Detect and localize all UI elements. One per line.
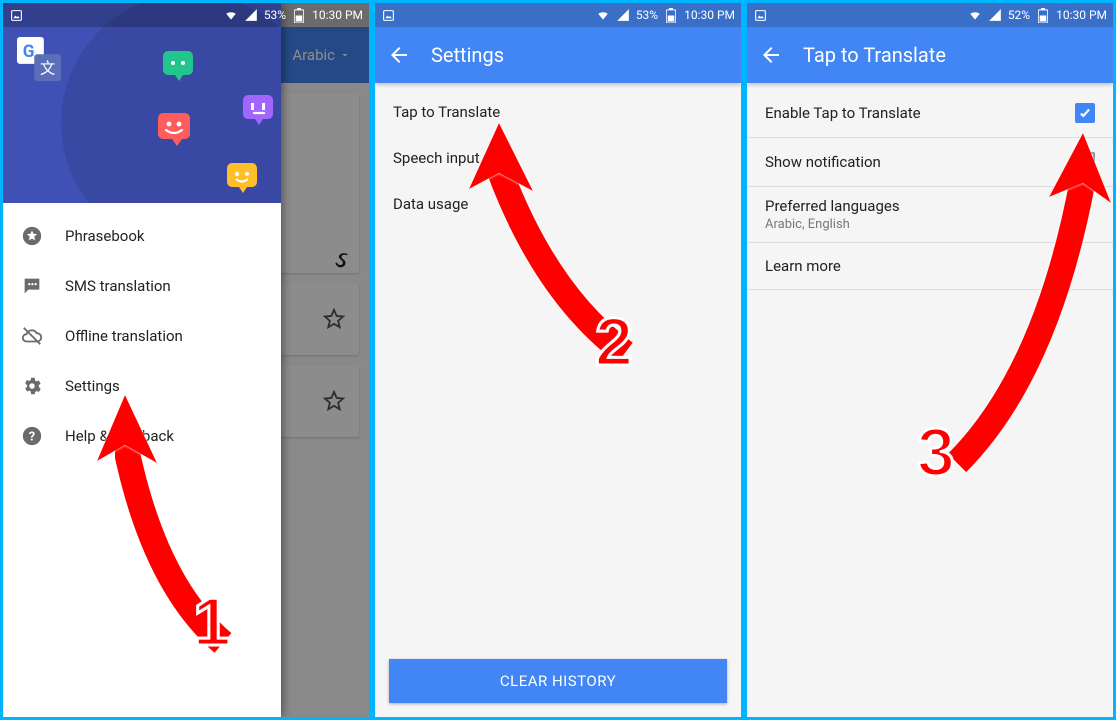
clear-history-button[interactable]: CLEAR HISTORY <box>389 659 727 703</box>
image-notification-icon <box>9 8 23 22</box>
chat-bubble-icon <box>163 51 199 87</box>
image-notification-icon <box>753 8 767 22</box>
google-translate-logo: G 文 <box>17 37 63 83</box>
settings-appbar: Settings <box>375 27 741 83</box>
drawer-item-label: Offline translation <box>65 327 183 345</box>
drawer-item-phrasebook[interactable]: Phrasebook <box>3 211 281 261</box>
cloud-off-icon <box>21 325 43 347</box>
back-arrow-icon[interactable] <box>759 43 783 67</box>
drawer-item-label: Help & feedback <box>65 427 174 445</box>
drawer-items: Phrasebook SMS translation Offline trans… <box>3 203 281 469</box>
battery-icon <box>292 8 306 22</box>
settings-item-label: Data usage <box>393 195 468 213</box>
drawer-header: G 文 <box>3 3 281 203</box>
signal-icon <box>988 8 1002 22</box>
setting-sublabel: Arabic, English <box>765 217 1095 232</box>
appbar-title: Settings <box>431 43 729 67</box>
drawer-item-help[interactable]: ? Help & feedback <box>3 411 281 461</box>
signal-icon <box>616 8 630 22</box>
step-number: 1 <box>193 583 231 661</box>
phone-screenshot-1: Arabic ઽ G <box>3 3 369 717</box>
help-icon: ? <box>21 425 43 447</box>
setting-show-notification[interactable]: Show notification <box>747 138 1113 187</box>
star-circle-icon <box>21 225 43 247</box>
navigation-drawer: G 文 Phrasebook SMS translation Offline t… <box>3 3 281 717</box>
setting-label: Show notification <box>765 153 881 171</box>
clock: 10:30 PM <box>684 8 735 22</box>
phone-screenshot-3: 52% 10:30 PM Tap to Translate Enable Tap… <box>747 3 1113 717</box>
step-number: 3 <box>917 413 955 491</box>
setting-preferred-languages[interactable]: Preferred languages Arabic, English <box>747 187 1113 243</box>
tap-translate-appbar: Tap to Translate <box>747 27 1113 83</box>
settings-item-speech[interactable]: Speech input <box>375 135 741 181</box>
status-bar: 52% 10:30 PM <box>747 3 1113 27</box>
battery-icon <box>1036 8 1050 22</box>
setting-label: Preferred languages <box>765 197 1095 215</box>
tap-translate-list: Enable Tap to Translate Show notificatio… <box>747 83 1113 296</box>
settings-list: Tap to Translate Speech input Data usage <box>375 83 741 233</box>
settings-item-tap-translate[interactable]: Tap to Translate <box>375 89 741 135</box>
wifi-icon <box>596 8 610 22</box>
checkbox-enable-tap[interactable] <box>1075 103 1095 123</box>
setting-label: Learn more <box>765 257 841 275</box>
appbar-title: Tap to Translate <box>803 43 1101 67</box>
wifi-icon <box>224 8 238 22</box>
settings-item-label: Speech input <box>393 149 480 167</box>
chat-bubble-icon <box>227 163 263 199</box>
settings-item-label: Tap to Translate <box>393 103 500 121</box>
svg-text:文: 文 <box>40 59 55 77</box>
setting-learn-more[interactable]: Learn more <box>747 243 1113 290</box>
status-bar: 53% 10:30 PM <box>3 3 369 27</box>
image-notification-icon <box>381 8 395 22</box>
checkbox-show-notification[interactable] <box>1075 152 1095 172</box>
clock: 10:30 PM <box>312 8 363 22</box>
sms-icon <box>21 275 43 297</box>
clock: 10:30 PM <box>1056 8 1107 22</box>
drawer-item-offline[interactable]: Offline translation <box>3 311 281 361</box>
battery-percent: 53% <box>264 8 286 22</box>
phone-screenshot-2: 53% 10:30 PM Settings Tap to Translate S… <box>375 3 741 717</box>
drawer-item-sms[interactable]: SMS translation <box>3 261 281 311</box>
clear-history-label: CLEAR HISTORY <box>500 672 616 690</box>
drawer-item-label: Phrasebook <box>65 227 145 245</box>
svg-text:G: G <box>23 42 35 62</box>
drawer-item-label: Settings <box>65 377 120 395</box>
step-number: 2 <box>595 303 633 381</box>
settings-item-data[interactable]: Data usage <box>375 181 741 227</box>
wifi-icon <box>968 8 982 22</box>
battery-percent: 53% <box>636 8 658 22</box>
setting-label: Enable Tap to Translate <box>765 104 921 122</box>
battery-percent: 52% <box>1008 8 1030 22</box>
gear-icon <box>21 375 43 397</box>
battery-icon <box>664 8 678 22</box>
drawer-item-label: SMS translation <box>65 277 171 295</box>
chat-bubble-icon <box>243 95 279 131</box>
setting-enable-tap[interactable]: Enable Tap to Translate <box>747 89 1113 138</box>
status-bar: 53% 10:30 PM <box>375 3 741 27</box>
chat-bubble-icon <box>158 113 194 149</box>
svg-text:?: ? <box>29 430 35 445</box>
signal-icon <box>244 8 258 22</box>
back-arrow-icon[interactable] <box>387 43 411 67</box>
drawer-item-settings[interactable]: Settings <box>3 361 281 411</box>
